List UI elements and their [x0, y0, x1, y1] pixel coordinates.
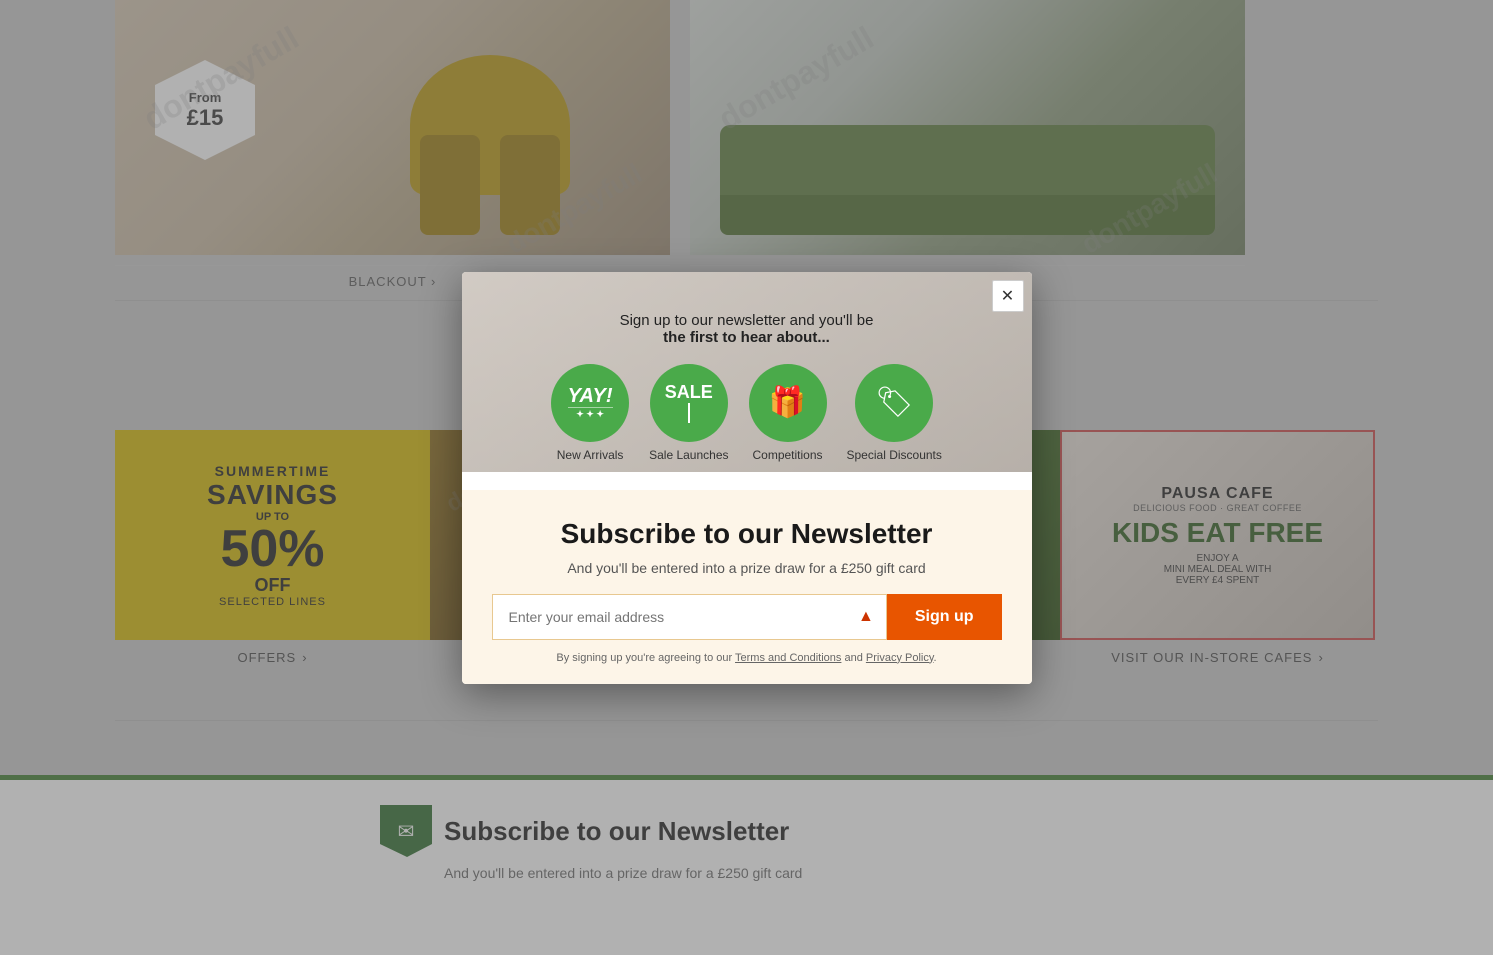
popup-close-button[interactable]: ✕ [992, 280, 1024, 312]
popup-headline: Sign up to our newsletter and you'll be … [522, 312, 972, 346]
close-icon: ✕ [1001, 286, 1014, 306]
icon-new-arrivals: YAY! ✦ ✦ ✦ New Arrivals [551, 364, 629, 462]
popup-subtitle: And you'll be entered into a prize draw … [492, 560, 1002, 576]
popup-top-inner: Sign up to our newsletter and you'll be … [492, 292, 1002, 472]
privacy-link[interactable]: Privacy Policy [866, 652, 934, 664]
yay-circle: YAY! ✦ ✦ ✦ [551, 364, 629, 442]
icon-competitions: 🎁 Competitions [749, 364, 827, 462]
gift-circle: 🎁 [749, 364, 827, 442]
popup-input-row: ▲ Sign up [492, 594, 1002, 640]
icon-special-discounts: 🏷 Special Discounts [847, 364, 942, 462]
popup-icons-row: YAY! ✦ ✦ ✦ New Arrivals SALE Sale Lau [522, 364, 972, 472]
popup-main-title: Subscribe to our Newsletter [492, 518, 1002, 550]
sale-launches-label: Sale Launches [649, 448, 728, 462]
tag-circle: 🏷 [855, 364, 933, 442]
warning-icon: ▲ [846, 594, 887, 640]
terms-link[interactable]: Terms and Conditions [735, 652, 841, 664]
popup-terms: By signing up you're agreeing to our Ter… [492, 652, 1002, 664]
icon-sale-launches: SALE Sale Launches [649, 364, 728, 462]
popup-bottom-section: Subscribe to our Newsletter And you'll b… [462, 490, 1032, 684]
email-input[interactable] [492, 594, 847, 640]
signup-button[interactable]: Sign up [887, 594, 1002, 640]
competitions-label: Competitions [752, 448, 822, 462]
new-arrivals-label: New Arrivals [557, 448, 624, 462]
sale-circle: SALE [650, 364, 728, 442]
special-discounts-label: Special Discounts [847, 448, 942, 462]
popup-top-section: Sign up to our newsletter and you'll be … [462, 272, 1032, 472]
newsletter-popup: ✕ Sign up to our newsletter and you'll b… [462, 272, 1032, 684]
